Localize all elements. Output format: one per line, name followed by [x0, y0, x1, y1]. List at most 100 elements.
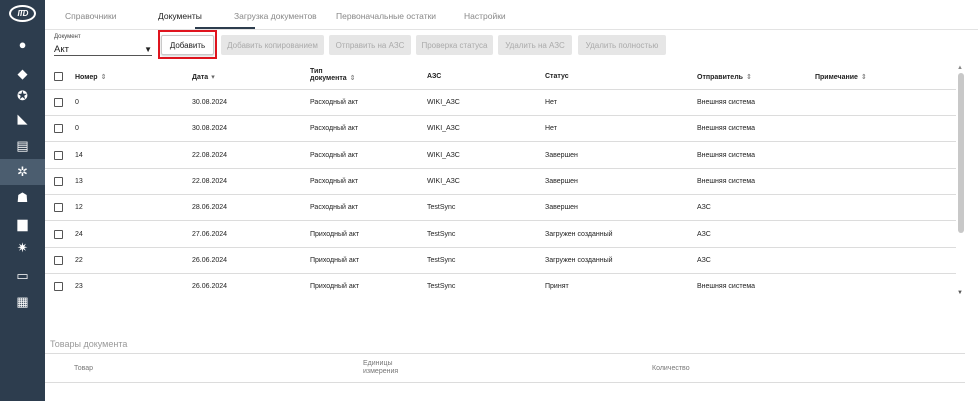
tab-document-upload[interactable]: Загрузка документов: [234, 11, 317, 21]
header-sender[interactable]: Отправитель ⇕: [697, 73, 752, 81]
scroll-down-icon[interactable]: ▼: [957, 290, 963, 296]
goods-col-unit-line2: измерения: [363, 368, 399, 375]
table-row[interactable]: 23 26.06.2024 Приходный акт TestSync Принят В…: [45, 274, 956, 299]
header-doc-type[interactable]: Тип документа ⇕: [310, 68, 356, 82]
sort-icon: ⇕: [860, 74, 867, 81]
cell-number: 0: [75, 125, 79, 133]
fuel-icon[interactable]: ▆: [0, 212, 45, 236]
cell-sender: Внешняя система: [697, 125, 756, 133]
table-row[interactable]: 0 30.08.2024 Расходный акт WIKI_АЗС Нет Внешн…: [45, 90, 956, 116]
add-copy-button[interactable]: Добавить копированием: [221, 35, 324, 55]
app-logo[interactable]: ITD: [9, 5, 36, 22]
delete-on-azs-button[interactable]: Удалить на АЗС: [498, 35, 572, 55]
table-row[interactable]: 12 28.06.2024 Расходный акт TestSync Заверше…: [45, 195, 956, 222]
dropdown-arrow-icon: ▼: [144, 45, 152, 54]
sort-icon: ⇕: [100, 74, 107, 81]
cash-register-icon[interactable]: ▤: [0, 134, 45, 158]
scroll-up-icon[interactable]: ▲: [957, 65, 963, 71]
cell-status: Загружен созданный: [545, 256, 613, 264]
row-checkbox[interactable]: [54, 282, 63, 292]
network-icon[interactable]: ✲: [0, 159, 45, 185]
table-row[interactable]: 0 30.08.2024 Расходный акт WIKI_АЗС Нет Внешн…: [45, 116, 956, 143]
document-type-select[interactable]: Документ Акт ▼: [54, 34, 152, 56]
cell-doc-type: Расходный акт: [310, 99, 359, 106]
cell-date: 30.08.2024: [192, 125, 228, 133]
cell-number: 22: [75, 256, 83, 264]
cell-status: Нет: [545, 99, 557, 106]
account-icon[interactable]: ●: [0, 32, 45, 56]
users-icon[interactable]: ☗: [0, 186, 45, 210]
header-note-label: Примечание: [815, 74, 858, 81]
cell-date: 27.06.2024: [192, 230, 228, 238]
cell-number: 24: [75, 230, 83, 238]
header-date[interactable]: Дата ▾: [192, 73, 215, 81]
scroll-thumb[interactable]: [958, 73, 964, 233]
select-all-checkbox[interactable]: [54, 72, 63, 81]
add-button[interactable]: Добавить: [161, 35, 214, 55]
row-checkbox[interactable]: [54, 203, 63, 213]
cell-azs: TestSync: [427, 204, 456, 212]
row-checkbox[interactable]: [54, 255, 63, 265]
header-sender-label: Отправитель: [697, 74, 743, 81]
cell-number: 0: [75, 99, 79, 106]
cell-date: 26.06.2024: [192, 283, 228, 291]
cell-date: 26.06.2024: [192, 256, 228, 264]
cell-status: Принят: [545, 283, 569, 291]
header-number[interactable]: Номер ⇕: [75, 73, 106, 81]
cell-sender: АЗС: [697, 230, 711, 238]
logo-text: ITD: [17, 9, 29, 18]
diamond-icon[interactable]: ◆: [0, 62, 45, 86]
cell-date: 22.08.2024: [192, 177, 228, 185]
cell-status: Завершен: [545, 177, 578, 185]
row-checkbox[interactable]: [54, 98, 63, 107]
cell-doc-type: Приходный акт: [310, 230, 360, 238]
table-row[interactable]: 13 22.08.2024 Расходный акт WIKI_АЗС Заверше…: [45, 169, 956, 195]
gears-icon[interactable]: ✷: [0, 236, 45, 260]
monitor-icon[interactable]: ▭: [0, 264, 45, 288]
send-to-azs-button[interactable]: Отправить на АЗС: [329, 35, 411, 55]
cell-sender: АЗС: [697, 204, 711, 212]
cell-azs: WIKI_АЗС: [427, 99, 460, 106]
header-status[interactable]: Статус: [545, 73, 569, 80]
row-checkbox[interactable]: [54, 176, 63, 186]
cell-azs: WIKI_АЗС: [427, 177, 460, 185]
settings-wheel-icon[interactable]: ✪: [0, 84, 45, 108]
cell-doc-type: Расходный акт: [310, 204, 359, 212]
cell-status: Нет: [545, 125, 557, 133]
cell-date: 22.08.2024: [192, 151, 228, 159]
goods-col-quantity[interactable]: Количество: [652, 365, 690, 373]
row-checkbox[interactable]: [54, 150, 63, 160]
tab-directories[interactable]: Справочники: [65, 11, 117, 21]
tab-settings[interactable]: Настройки: [464, 11, 506, 21]
row-checkbox[interactable]: [54, 229, 63, 239]
table-row[interactable]: 14 22.08.2024 Расходный акт WIKI_АЗС Заверше…: [45, 143, 956, 169]
cell-date: 28.06.2024: [192, 204, 228, 212]
cell-doc-type: Приходный акт: [310, 256, 360, 264]
cell-doc-type: Приходный акт: [310, 283, 360, 291]
row-checkbox[interactable]: [54, 124, 63, 134]
cell-number: 13: [75, 177, 83, 185]
document-select-value: Акт: [54, 44, 69, 55]
goods-table-header: Товар Единицы измерения Количество: [45, 353, 965, 383]
tag-icon[interactable]: ◣: [0, 107, 45, 131]
table-scrollbar[interactable]: ▲ ▼: [957, 63, 965, 299]
goods-col-unit-line1: Единицы: [363, 360, 393, 367]
cell-status: Загружен созданный: [545, 230, 613, 238]
delete-fully-button[interactable]: Удалить полностью: [578, 35, 666, 55]
header-type-line1: Тип: [310, 68, 323, 75]
header-type-line2: документа: [310, 75, 347, 82]
goods-col-unit[interactable]: Единицы измерения: [363, 360, 398, 376]
tab-initial-balances[interactable]: Первоначальные остатки: [336, 11, 436, 21]
header-azs[interactable]: АЗС: [427, 73, 441, 80]
table-row[interactable]: 22 26.06.2024 Приходный акт TestSync Загруже…: [45, 248, 956, 274]
table-row[interactable]: 24 27.06.2024 Приходный акт TestSync Загруже…: [45, 222, 956, 248]
cell-sender: Внешняя система: [697, 177, 756, 185]
table-header: Номер ⇕ Дата ▾ Тип документа ⇕ АЗС Статус От…: [45, 63, 956, 90]
header-note[interactable]: Примечание ⇕: [815, 73, 867, 81]
active-tab-indicator: [195, 27, 255, 29]
check-status-button[interactable]: Проверка статуса: [416, 35, 493, 55]
cell-status: Завершен: [545, 204, 578, 212]
goods-col-product[interactable]: Товар: [74, 365, 93, 373]
reports-icon[interactable]: ▦: [0, 290, 45, 314]
tab-documents[interactable]: Документы: [158, 11, 202, 21]
